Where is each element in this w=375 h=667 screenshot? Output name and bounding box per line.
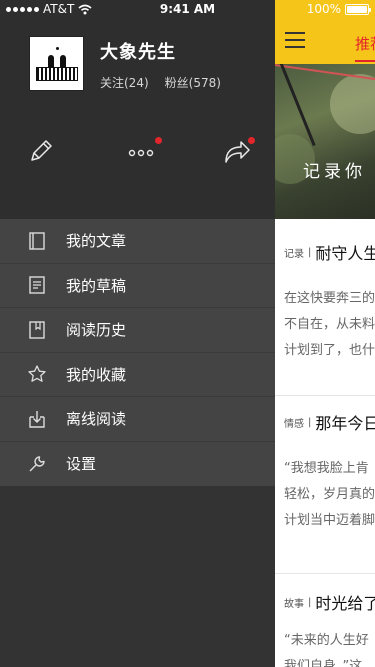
menu-item-offline[interactable]: 离线阅读 <box>0 397 275 442</box>
pencil-icon <box>31 140 52 161</box>
article-card[interactable]: 故事 | 时光给了 “未来的人生好 我们自身，”这 <box>275 590 375 667</box>
article-excerpt-line: “我想我脸上肯 <box>284 461 369 476</box>
battery-status: 100% <box>306 2 371 16</box>
divider <box>275 395 375 396</box>
main-content: 推荐 记录你 记录|耐守人生 在这快要奔三的 不自在，从未料 计划到了，也什 情… <box>275 0 375 667</box>
article-excerpt-line: 计划到了，也什 <box>284 343 375 358</box>
article-title: 那年今日 <box>315 414 375 433</box>
status-bar: AT&T 9:41 AM 100% <box>0 0 375 20</box>
tab-underline <box>355 60 375 62</box>
history-icon <box>29 321 45 339</box>
article-excerpt-line: “未来的人生好 <box>284 633 369 648</box>
menu-item-settings[interactable]: 设置 <box>0 442 275 487</box>
menu-item-label: 阅读历史 <box>66 321 127 340</box>
article-excerpt-line: 我们自身，”这 <box>284 659 363 667</box>
avatar[interactable] <box>29 36 84 91</box>
hero-title: 记录你 <box>303 162 366 182</box>
article-excerpt-line: 在这快要奔三的 <box>284 291 375 306</box>
more-button[interactable] <box>127 136 162 166</box>
star-icon <box>28 365 46 383</box>
divider <box>275 573 375 574</box>
article-category: 情感 <box>284 418 304 430</box>
article-excerpt-line: 不自在，从未料 <box>284 317 375 332</box>
article-category: 故事 <box>284 598 304 610</box>
hero-banner[interactable]: 记录你 <box>275 64 375 219</box>
battery-percent: 100% <box>306 2 341 16</box>
edit-button[interactable] <box>26 136 56 166</box>
draft-icon <box>29 276 45 294</box>
battery-icon <box>345 3 371 15</box>
wrench-icon <box>29 456 45 472</box>
menu-item-favorites[interactable]: 我的收藏 <box>0 353 275 397</box>
menu-item-label: 我的收藏 <box>66 365 127 384</box>
hamburger-menu-icon[interactable] <box>285 32 305 48</box>
article-excerpt-line: 计划当中迈着脚 <box>284 513 375 528</box>
article-card[interactable]: 记录 | 耐守人生 在这快要奔三的 不自在，从未料 计划到了，也什 <box>275 240 375 390</box>
menu-item-label: 设置 <box>66 455 97 474</box>
more-icon <box>128 149 154 157</box>
share-button[interactable] <box>222 136 255 166</box>
download-box-icon <box>29 410 45 428</box>
menu-item-drafts[interactable]: 我的草稿 <box>0 264 275 308</box>
article-title: 时光给了 <box>315 594 375 613</box>
menu-item-label: 我的草稿 <box>66 276 127 295</box>
drawer-menu: 我的文章 我的草稿 阅读历史 我的收藏 离线阅读 设置 <box>0 219 275 486</box>
profile-header: 大象先生 关注(24) 粉丝(578) <box>0 0 275 219</box>
article-card[interactable]: 情感 | 那年今日 “我想我脸上肯 轻松，岁月真的 计划当中迈着脚 <box>275 410 375 570</box>
menu-item-history[interactable]: 阅读历史 <box>0 308 275 353</box>
username[interactable]: 大象先生 <box>100 38 176 64</box>
tab-recommend[interactable]: 推荐 <box>355 33 375 54</box>
notification-badge <box>248 137 255 144</box>
menu-item-label: 离线阅读 <box>66 410 127 429</box>
notification-badge <box>155 137 162 144</box>
profile-stats: 关注(24) 粉丝(578) <box>100 74 221 91</box>
followers-count[interactable]: 粉丝(578) <box>165 74 221 91</box>
side-drawer: 大象先生 关注(24) 粉丝(578) 我的文章 我的草稿 阅读历史 我的收藏 … <box>0 0 275 667</box>
menu-item-my-articles[interactable]: 我的文章 <box>0 219 275 264</box>
article-title: 耐守人生 <box>315 244 375 263</box>
following-count[interactable]: 关注(24) <box>100 74 149 91</box>
book-icon <box>29 232 45 250</box>
menu-item-label: 我的文章 <box>66 232 127 251</box>
article-category: 记录 <box>284 248 304 260</box>
article-excerpt-line: 轻松，岁月真的 <box>284 487 375 502</box>
